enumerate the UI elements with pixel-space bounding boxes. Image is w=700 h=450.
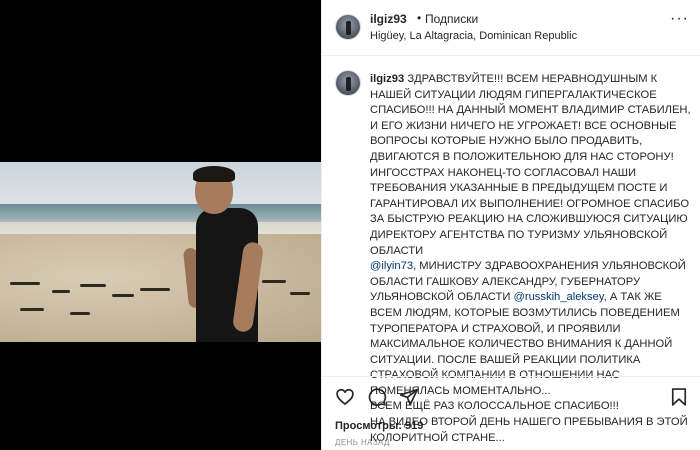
avatar[interactable] xyxy=(335,14,361,40)
post-details-panel: ilgiz93 • Подписки Higüey, La Altagracia… xyxy=(321,0,700,450)
heart-icon[interactable] xyxy=(335,387,355,407)
views-count[interactable]: Просмотры: 919 xyxy=(335,420,423,432)
seaweed xyxy=(70,312,90,315)
sea xyxy=(0,204,321,224)
send-icon[interactable] xyxy=(399,387,419,407)
person-hair xyxy=(193,166,235,182)
location-link[interactable]: Higüey, La Altagracia, Dominican Republi… xyxy=(370,30,577,42)
views-label: Просмотры: xyxy=(335,420,402,432)
following-button[interactable]: Подписки xyxy=(425,12,478,26)
caption-text: ЗДРАВСТВУЙТЕ!!! ВСЕМ НЕРАВНОДУШНЫМ К НАШ… xyxy=(370,73,691,257)
seaweed xyxy=(112,294,134,297)
seaweed xyxy=(52,290,70,293)
mention-link[interactable]: @russkih_aleksey xyxy=(513,291,603,303)
avatar[interactable] xyxy=(335,70,361,96)
seaweed xyxy=(290,292,310,295)
seaweed xyxy=(10,282,40,285)
post-video[interactable] xyxy=(0,162,321,342)
mention-link[interactable]: @ilyin73 xyxy=(370,260,413,272)
caption-area: ilgiz93 ЗДРАВСТВУЙТЕ!!! ВСЕМ НЕРАВНОДУШН… xyxy=(322,57,700,444)
media-pane xyxy=(0,0,321,450)
username-link[interactable]: ilgiz93 xyxy=(370,12,407,26)
post-header: ilgiz93 • Подписки Higüey, La Altagracia… xyxy=(322,0,700,56)
caption-username[interactable]: ilgiz93 xyxy=(370,73,404,85)
seaweed xyxy=(20,308,44,311)
seaweed xyxy=(262,280,286,283)
views-number: 919 xyxy=(404,420,424,432)
separator-dot: • xyxy=(417,11,422,25)
seaweed xyxy=(80,284,106,287)
seaweed xyxy=(140,288,170,291)
action-bar xyxy=(322,376,700,414)
comment-icon[interactable] xyxy=(367,387,387,407)
more-horizontal-icon[interactable]: ··· xyxy=(670,10,689,28)
bookmark-icon[interactable] xyxy=(669,387,689,407)
post-timestamp[interactable]: ДЕНЬ НАЗАД xyxy=(335,438,390,447)
